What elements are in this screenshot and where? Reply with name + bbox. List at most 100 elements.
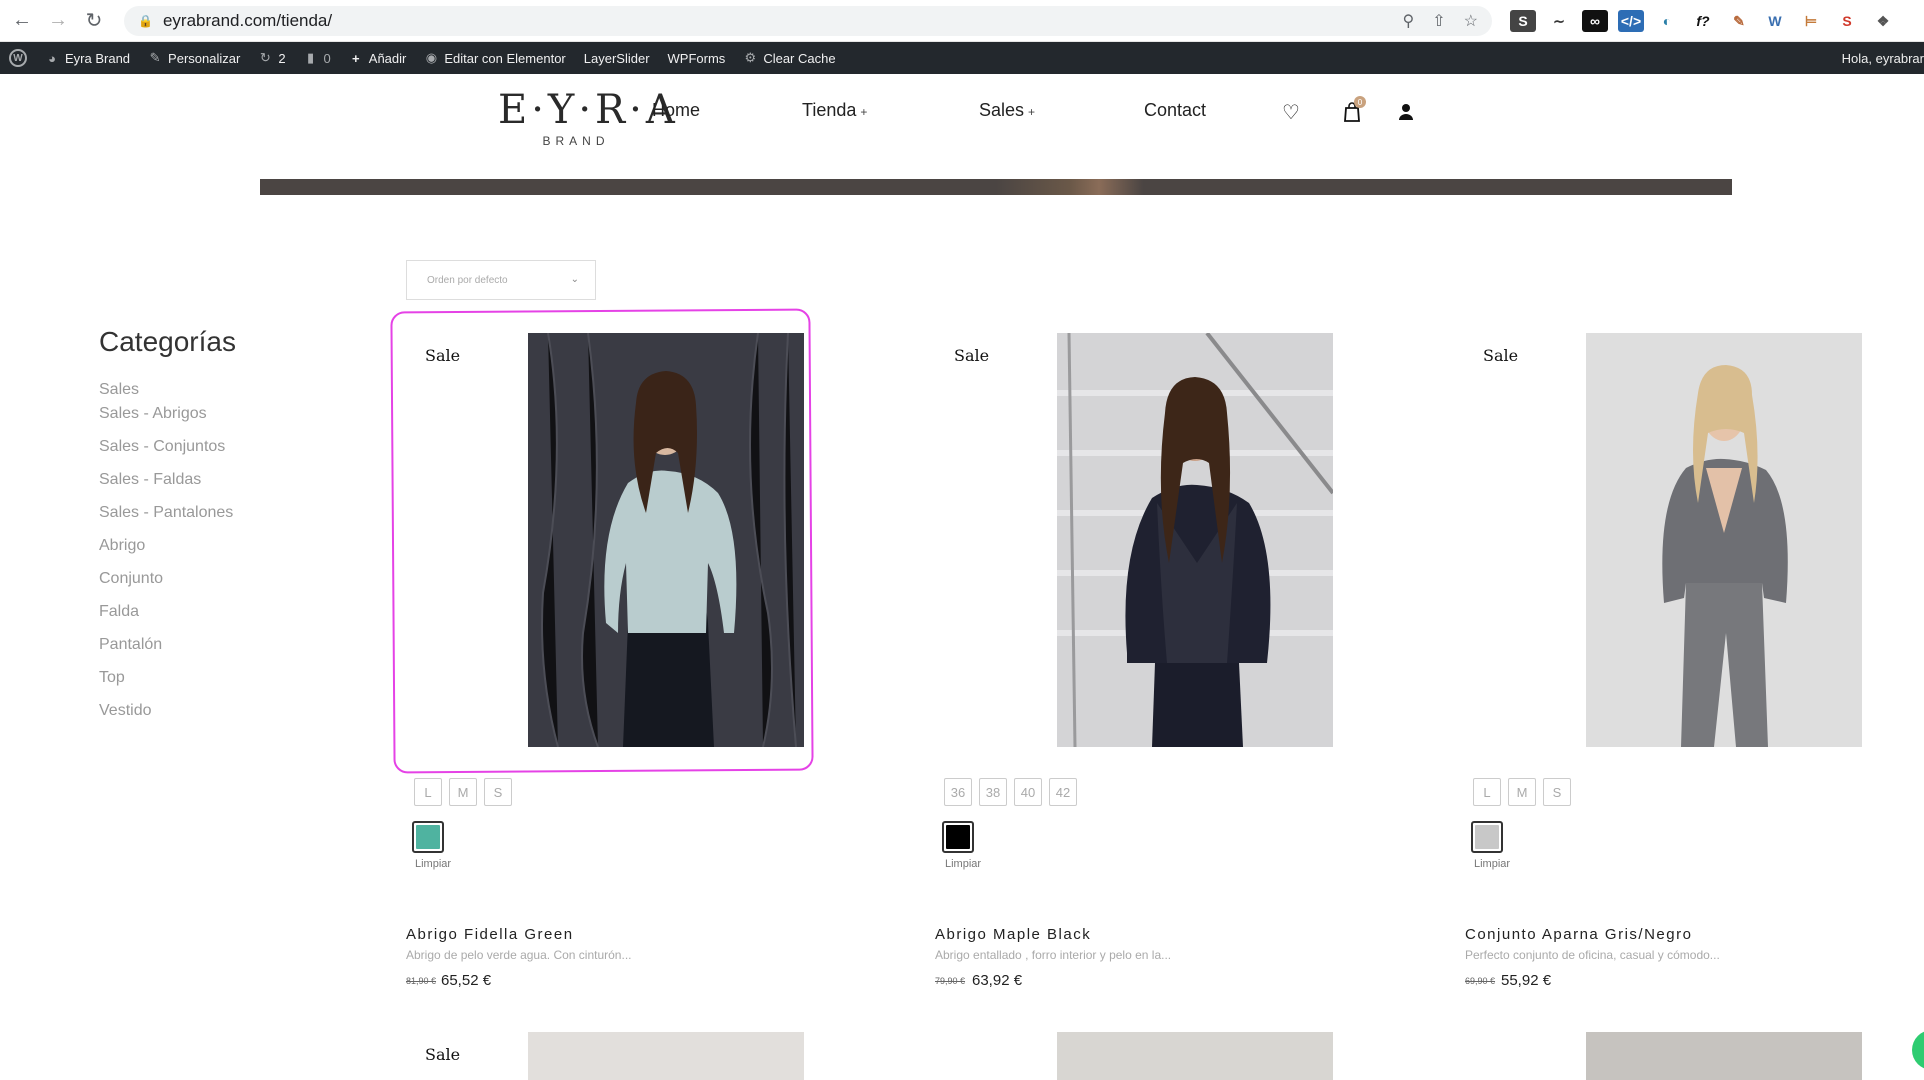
size-option[interactable]: 38 [979,778,1007,806]
product-old-price: 79,90 € [935,976,966,986]
category-link[interactable]: Conjunto [99,569,233,602]
comment-icon: ▮ [306,50,315,65]
size-option[interactable]: 42 [1049,778,1077,806]
comments-count: 0 [323,50,331,66]
size-option[interactable]: 36 [944,778,972,806]
wp-account-greeting[interactable]: Hola, eyrabrar [1842,42,1924,74]
color-swatch[interactable] [412,821,444,853]
size-options: 36 38 40 42 [944,778,1077,806]
sale-badge: Sale [954,346,990,365]
size-options: L M S [1473,778,1571,806]
plus-icon: + [860,105,868,119]
hero-banner-strip [260,179,1732,195]
wp-edit-elementor[interactable]: ◉ Editar con Elementor [415,42,574,74]
category-link[interactable]: Pantalón [99,635,233,668]
account-user-icon[interactable] [1394,100,1418,124]
clear-selection-link[interactable]: Limpiar [1474,858,1510,870]
extension-s-red-icon[interactable]: S [1834,10,1860,32]
extension-wave-icon[interactable]: ∼ [1546,10,1572,32]
category-link[interactable]: Abrigo [99,536,233,569]
extension-eyedropper-icon[interactable]: ✎ [1726,10,1752,32]
nav-contact[interactable]: Contact [1144,100,1206,121]
sort-selected-value: Orden por defecto [427,274,508,286]
size-option[interactable]: 40 [1014,778,1042,806]
sort-order-select[interactable]: Orden por defecto ⌄ [406,260,596,300]
wishlist-heart-icon[interactable]: ♡ [1279,100,1303,124]
size-option[interactable]: L [414,778,442,806]
brush-icon: ✎ [149,50,161,65]
nav-sales[interactable]: Sales + [979,100,1035,121]
product-old-price: 69,90 € [1465,976,1496,986]
categories-title: Categorías [99,326,236,357]
category-link[interactable]: Vestido [99,701,233,734]
highlight-annotation [390,308,814,774]
nav-home[interactable]: Home [652,100,700,121]
category-link[interactable]: Falda [99,602,233,635]
category-link[interactable]: Top [99,668,233,701]
clear-selection-link[interactable]: Limpiar [415,858,451,870]
category-link[interactable]: Sales - Pantalones [99,503,233,536]
wp-layerslider[interactable]: LayerSlider [575,42,659,74]
extension-infinity-icon[interactable]: ∞ [1582,10,1608,32]
extensions-puzzle-icon[interactable]: ❖ [1870,10,1896,32]
product-image[interactable] [1586,1032,1862,1080]
category-link[interactable]: Sales - Conjuntos [99,437,233,470]
product-image[interactable] [1586,333,1862,747]
back-icon[interactable]: ← [8,7,36,35]
wp-site-name[interactable]: ◕ Eyra Brand [36,42,139,74]
wp-add-new[interactable]: + Añadir [340,42,416,74]
forward-icon[interactable]: → [44,7,72,35]
wp-clear-cache[interactable]: ⚙ Clear Cache [734,42,844,74]
size-option[interactable]: M [1508,778,1536,806]
extension-code-icon[interactable]: </> [1618,10,1644,32]
share-icon[interactable]: ⇧ [1432,11,1445,31]
category-link[interactable]: Sales [99,380,233,404]
color-swatch[interactable] [1471,821,1503,853]
wp-customize[interactable]: ✎ Personalizar [139,42,249,74]
product-description: Perfecto conjunto de oficina, casual y c… [1465,948,1720,962]
wp-logo-menu[interactable]: W [0,42,36,74]
product-name[interactable]: Conjunto Aparna Gris/Negro [1465,926,1692,943]
wp-wpforms[interactable]: WPForms [659,42,735,74]
size-option[interactable]: S [484,778,512,806]
product-image[interactable] [1057,333,1333,747]
wp-updates[interactable]: ↻ 2 [249,42,294,74]
product-name[interactable]: Abrigo Fidella Green [406,926,574,943]
chat-widget-button[interactable] [1912,1030,1924,1070]
extension-wordpress-icon[interactable]: W [1762,10,1788,32]
zoom-icon[interactable]: ⚲ [1403,11,1415,31]
browser-toolbar: ← → ↻ 🔒 eyrabrand.com/tienda/ ⚲ ⇧ ☆ S ∼ … [0,0,1924,42]
size-option[interactable]: M [449,778,477,806]
color-swatch[interactable] [942,821,974,853]
cart-bag-icon[interactable]: 0 [1340,96,1366,124]
product-price: 63,92 € [972,972,1023,989]
reload-icon[interactable]: ↻ [80,7,108,35]
lock-icon: 🔒 [138,14,153,28]
extension-hammer-icon[interactable]: ⊨ [1798,10,1824,32]
swatch-fill [1475,825,1499,849]
clear-cache-label: Clear Cache [763,50,836,66]
size-option[interactable]: S [1543,778,1571,806]
address-bar[interactable]: 🔒 eyrabrand.com/tienda/ ⚲ ⇧ ☆ [124,6,1492,36]
cart-count-badge: 0 [1354,96,1366,108]
product-description: Abrigo entallado , forro interior y pelo… [935,948,1172,962]
nav-home-label: Home [652,100,701,120]
product-image[interactable] [528,1032,804,1080]
category-list: Sales Sales - Abrigos Sales - Conjuntos … [99,380,233,734]
extension-font-icon[interactable]: f? [1690,10,1716,32]
product-description: Abrigo de pelo verde agua. Con cinturón.… [406,948,632,962]
site-logo[interactable]: E·Y·R·A BRAND [498,86,679,148]
plus-icon: + [351,50,360,66]
category-link[interactable]: Sales - Abrigos [99,404,233,437]
extension-s-icon[interactable]: S [1510,10,1536,32]
size-option[interactable]: L [1473,778,1501,806]
bookmark-star-icon[interactable]: ☆ [1464,11,1478,31]
product-image[interactable] [1057,1032,1333,1080]
wp-comments[interactable]: ▮ 0 [295,42,340,74]
category-link[interactable]: Sales - Faldas [99,470,233,503]
extension-circle-icon[interactable]: ◐ [1654,10,1680,32]
clear-selection-link[interactable]: Limpiar [945,858,981,870]
product-name[interactable]: Abrigo Maple Black [935,926,1091,943]
logo-wordmark: E·Y·R·A [498,87,679,133]
nav-tienda[interactable]: Tienda + [802,100,867,121]
